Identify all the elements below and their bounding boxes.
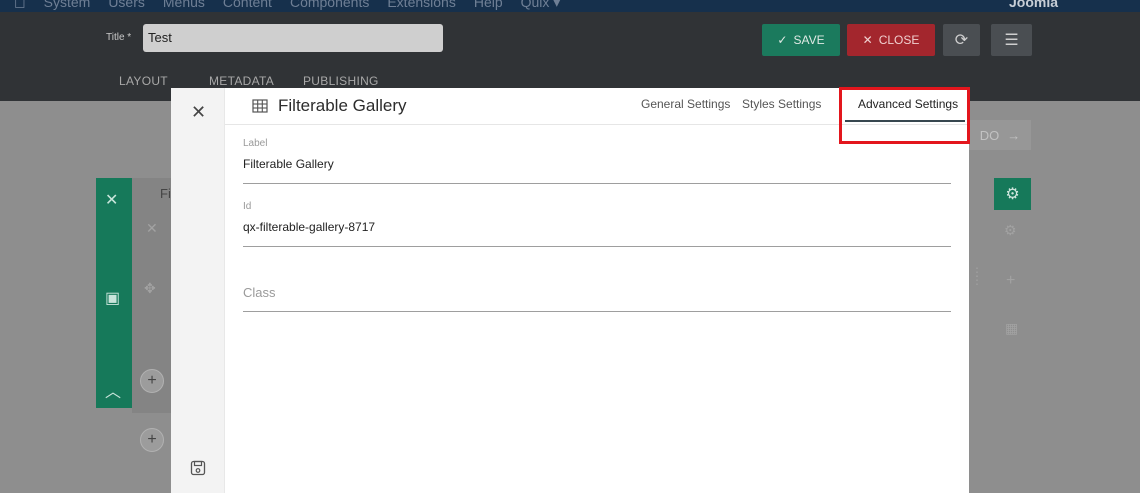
add-icon[interactable]: + xyxy=(1006,272,1015,290)
class-field[interactable]: Class xyxy=(243,285,951,312)
id-field-value[interactable]: qx-filterable-gallery-8717 xyxy=(243,220,951,246)
sync-button[interactable]: ⟳ xyxy=(943,24,980,56)
admin-top-nav: ◻ System Users Menus Content Components … xyxy=(0,0,1140,12)
gear-icon: ⚙ xyxy=(1005,186,1020,203)
tab-styles-settings[interactable]: Styles Settings xyxy=(742,97,821,111)
section-toolbar: ✕ ▣ ︿ xyxy=(96,178,132,408)
title-label: Title * xyxy=(106,32,132,43)
section-settings-button[interactable]: ⚙ xyxy=(994,178,1031,210)
close-label: CLOSE xyxy=(878,33,920,47)
modal-sidebar: ✕ xyxy=(171,88,225,493)
grid-icon[interactable]: ▦ xyxy=(1005,320,1018,337)
sync-icon: ⟳ xyxy=(954,32,969,49)
id-field[interactable]: Id qx-filterable-gallery-8717 xyxy=(243,201,951,247)
tab-metadata[interactable]: METADATA xyxy=(209,74,274,88)
title-input[interactable]: Test xyxy=(143,24,443,52)
hamburger-icon: ☰ xyxy=(1004,32,1019,49)
element-settings-modal: ✕ Filterable Gallery General Settings St… xyxy=(171,88,969,493)
menu-extensions[interactable]: Extensions xyxy=(387,0,455,11)
menu-menus[interactable]: Menus xyxy=(163,0,205,11)
save-icon[interactable] xyxy=(190,460,206,476)
add-section-button[interactable]: + xyxy=(140,428,164,452)
menu-components[interactable]: Components xyxy=(290,0,369,11)
admin-menu: ◻ System Users Menus Content Components … xyxy=(14,0,560,11)
collapse-icon[interactable]: ︿ xyxy=(105,378,121,402)
menu-help[interactable]: Help xyxy=(474,0,503,11)
menu-system[interactable]: System xyxy=(44,0,91,11)
add-row-button[interactable]: + xyxy=(140,369,164,393)
column-text: Fi xyxy=(160,186,171,201)
site-link[interactable]: Joomla xyxy=(1009,0,1058,10)
move-icon[interactable]: ✥ xyxy=(144,280,156,297)
menu-users[interactable]: Users xyxy=(108,0,145,11)
modal-title-text: Filterable Gallery xyxy=(278,96,407,115)
id-field-label: Id xyxy=(243,201,252,212)
class-field-placeholder[interactable]: Class xyxy=(243,285,951,311)
preview-label: DO xyxy=(979,127,1000,143)
tab-general-settings[interactable]: General Settings xyxy=(641,97,730,111)
highlight-box xyxy=(839,87,970,144)
gallery-grid-icon xyxy=(252,99,268,113)
close-icon: ✕ xyxy=(862,33,873,47)
arrow-right-icon: → xyxy=(1007,127,1021,143)
joomla-icon[interactable]: ◻ xyxy=(14,0,26,11)
save-button[interactable]: ✓ SAVE xyxy=(762,24,840,56)
row-settings-icon[interactable]: ⚙ xyxy=(1004,222,1017,239)
menu-quix[interactable]: Quix ▾ xyxy=(521,0,561,11)
close-modal-icon[interactable]: ✕ xyxy=(191,102,206,123)
close-button[interactable]: ✕ CLOSE xyxy=(847,24,935,56)
label-field[interactable]: Label Filterable Gallery xyxy=(243,138,951,184)
save-label: SAVE xyxy=(793,33,825,47)
tab-publishing[interactable]: PUBLISHING xyxy=(303,74,379,88)
check-icon: ✓ xyxy=(777,33,788,47)
close-section-icon[interactable]: ✕ xyxy=(105,190,118,210)
save-section-icon[interactable]: ▣ xyxy=(105,288,120,308)
label-field-value[interactable]: Filterable Gallery xyxy=(243,157,951,183)
tab-layout[interactable]: LAYOUT xyxy=(119,74,168,88)
menu-button[interactable]: ☰ xyxy=(991,24,1032,56)
close-element-icon[interactable]: ✕ xyxy=(146,220,158,237)
menu-content[interactable]: Content xyxy=(223,0,272,11)
drag-handle-icon[interactable]: ⋮ ⋮ xyxy=(971,266,983,286)
preview-button[interactable]: DO → xyxy=(969,120,1031,150)
modal-title: Filterable Gallery xyxy=(252,96,407,116)
